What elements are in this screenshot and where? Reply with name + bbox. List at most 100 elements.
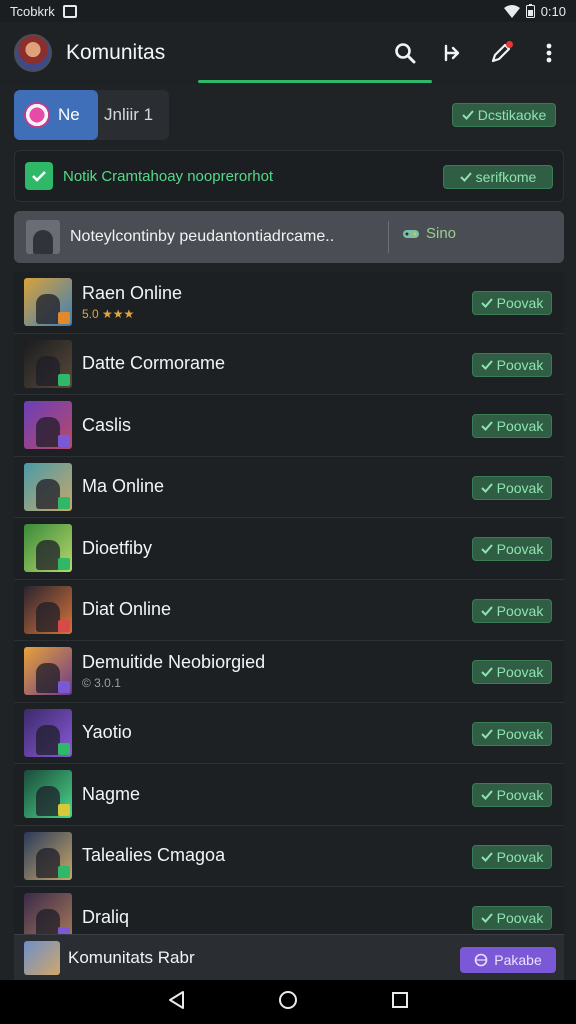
game-action-label: Poovak [496,295,544,311]
game-row[interactable]: Caslis Poovak [14,395,564,457]
character-figure [36,847,60,878]
character-figure [36,786,60,817]
game-name: Diat Online [82,599,172,620]
avatar[interactable] [14,34,52,72]
check-icon [480,421,493,431]
info-tag[interactable]: Sino [402,225,456,242]
online-chip-highlight: Ne [14,90,98,140]
game-action-label: Poovak [496,418,544,434]
online-chip-prefix: Ne [58,105,80,124]
game-action-button[interactable]: Poovak [472,660,552,684]
game-badge-icon [58,681,70,694]
game-row[interactable]: Diat Online Poovak [14,579,564,641]
check-icon [480,790,493,800]
check-icon [480,605,493,616]
game-text: Dioetfiby [82,538,152,559]
battery-icon [525,4,535,18]
game-thumbnail [24,708,72,757]
character-figure [36,294,60,325]
search-icon[interactable] [392,40,418,66]
game-thumbnail [24,339,72,388]
check-icon [480,482,493,493]
game-action-button[interactable]: Poovak [472,414,552,438]
game-action-label: Poovak [496,602,544,619]
game-name: Yaotio [82,722,132,743]
app-bar: Komunitas [0,22,576,84]
notice-verify-button[interactable]: serifkome [443,165,553,189]
info-tag-label: Sino [426,225,457,242]
game-row[interactable]: Raen Online 5.0 ★★★ Poovak [14,272,564,334]
game-name: Caslis [82,414,132,435]
game-action-label: Poovak [496,356,544,373]
back-icon[interactable] [167,990,185,1015]
game-badge-icon [58,558,70,571]
globe-icon [474,953,488,967]
game-action-button[interactable]: Poovak [472,906,552,930]
notification-icon [62,4,77,18]
user-thumbnail [26,220,60,254]
game-row[interactable]: Demuitide Neobiorgied © 3.0.1 Poovak [14,641,564,703]
purple-action-button[interactable]: Pakabe [460,947,556,973]
status-time: 0:10 [540,3,566,19]
game-subtitle: 5.0 ★★★ [82,307,135,322]
game-row[interactable]: Ma Online Poovak [14,456,564,518]
game-text: Ma Online [82,476,164,497]
top-verify-label: Dcstikaoke [477,107,547,123]
game-row[interactable]: Nagme Poovak [14,764,564,826]
home-icon[interactable] [278,990,298,1015]
game-row[interactable]: Talealies Cmagoa Poovak [14,825,564,887]
online-chip[interactable]: Ne Jnliir 1 [14,90,169,140]
edit-icon[interactable] [488,40,514,66]
game-text: Raen Online 5.0 ★★★ [82,283,182,321]
game-action-label: Poovak [496,541,544,557]
check-icon [459,172,472,182]
game-text: Demuitide Neobiorgied © 3.0.1 [82,652,265,690]
game-row[interactable]: Datte Cormorame Poovak [14,333,564,395]
game-text: Talealies Cmagoa [82,845,225,866]
game-badge-icon [58,742,70,755]
gamepad-icon [403,229,419,238]
game-text: Yaotio [82,722,132,743]
game-action-button[interactable]: Poovak [472,291,552,315]
game-badge-icon [58,804,70,817]
game-badge-icon [58,312,70,325]
game-action-label: Poovak [496,848,544,865]
character-figure [36,417,60,448]
character-figure [36,601,60,632]
game-list: Raen Online 5.0 ★★★ Poovak Datte Cormorame P… [14,272,564,949]
recents-icon[interactable] [391,991,409,1014]
character-figure [36,355,60,386]
top-verify-button[interactable]: Dcstikaoke [452,103,556,127]
game-name: Raen Online [82,283,183,304]
game-action-label: Poovak [496,910,544,926]
notification-dot [506,41,513,48]
game-badge-icon [58,435,70,448]
more-options-icon[interactable] [536,40,562,66]
game-badge-icon [58,619,70,632]
game-name: Ma Online [82,476,165,497]
status-bar: Tcobkrk 0:10 [0,0,576,22]
checkbox-checked[interactable] [25,162,53,190]
game-action-button[interactable]: Poovak [472,783,552,807]
game-action-label: Poovak [496,787,544,803]
game-thumbnail [24,831,72,880]
game-action-button[interactable]: Poovak [472,844,552,869]
game-action-button[interactable]: Poovak [472,721,552,746]
game-action-button[interactable]: Poovak [472,598,552,623]
info-bar[interactable]: Noteylcontinby peudantontiadrcame.. Sino [14,211,564,263]
game-text: Nagme [82,784,140,805]
game-thumbnail [24,401,72,450]
game-row[interactable]: Yaotio Poovak [14,702,564,764]
share-icon[interactable] [440,40,466,66]
game-thumbnail [24,647,72,696]
game-action-button[interactable]: Poovak [472,537,552,561]
page-title: Komunitas [66,41,166,64]
game-action-button[interactable]: Poovak [472,475,552,500]
game-name: Draliq [82,906,130,927]
game-subtitle: © 3.0.1 [82,676,121,691]
game-action-button[interactable]: Poovak [472,352,552,377]
game-row[interactable]: Dioetfiby Poovak [14,518,564,580]
game-name: Dioetfiby [82,537,153,558]
game-thumbnail [24,585,72,634]
community-thumbnail [24,940,60,975]
